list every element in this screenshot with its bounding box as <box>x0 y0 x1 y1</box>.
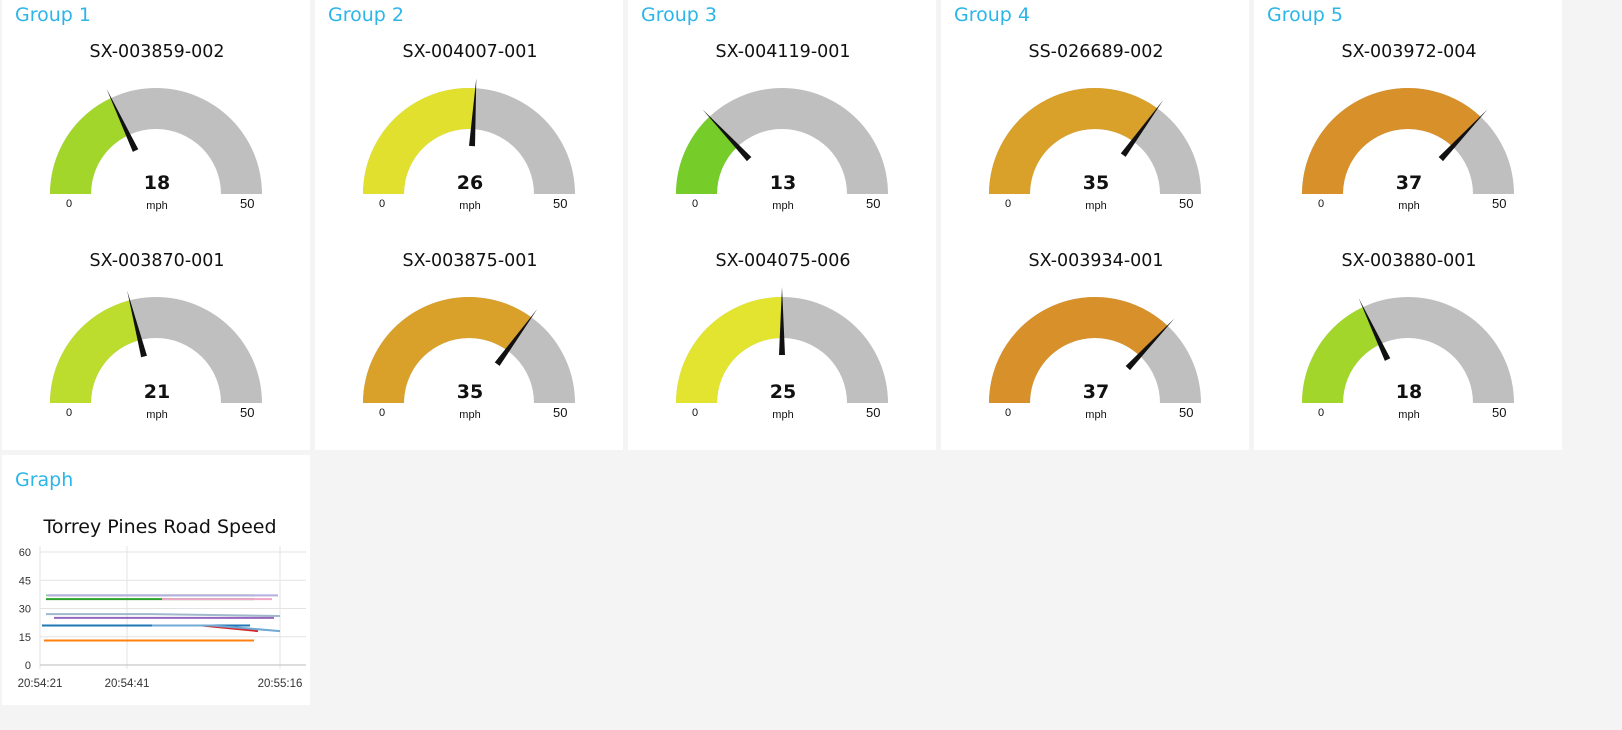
speed-gauge: SS-026689-002 35 mph 0 50 <box>935 0 1257 212</box>
gauge-min-label: 0 <box>66 407 73 419</box>
gauge-title: SS-026689-002 <box>1028 42 1164 62</box>
gauge-value: 18 <box>1395 381 1423 403</box>
series-line <box>152 624 281 633</box>
gauge-title: SX-004075-006 <box>715 251 851 271</box>
gauge-title: SX-004007-001 <box>402 42 538 62</box>
gauge-unit: mph <box>1398 409 1420 421</box>
gauge-value: 35 <box>1082 172 1110 194</box>
gauge-unit: mph <box>1085 409 1107 421</box>
gauge-title: SX-003880-001 <box>1341 251 1477 271</box>
gauge-unit: mph <box>146 409 168 421</box>
speed-gauge: SX-003875-001 35 mph 0 50 <box>309 209 631 421</box>
speed-gauge: SX-004075-006 25 mph 0 50 <box>622 209 944 421</box>
x-tick-label: 20:55:16 <box>258 678 303 690</box>
gauge-value: 35 <box>456 381 484 403</box>
gauge-max-label: 50 <box>866 405 881 420</box>
y-tick-label: 0 <box>25 660 31 672</box>
gauge-title: SX-004119-001 <box>715 42 851 62</box>
gauge-max-label: 50 <box>1492 405 1507 420</box>
gauge-unit: mph <box>772 409 794 421</box>
gauge-max-label: 50 <box>1179 405 1194 420</box>
x-tick-label: 20:54:21 <box>18 678 63 690</box>
gauge-title: SX-003934-001 <box>1028 251 1164 271</box>
gauge-value: 37 <box>1082 381 1110 403</box>
gauge-value: 26 <box>456 172 484 194</box>
y-tick-label: 30 <box>19 604 31 616</box>
gauge-title: SX-003972-004 <box>1341 42 1477 62</box>
gauge-title: SX-003859-002 <box>89 42 225 62</box>
x-tick-label: 20:54:41 <box>105 678 150 690</box>
line-chart: 60 45 30 15 0 20:54:21 20:54:41 20:55:16 <box>18 546 306 690</box>
gauge-min-label: 0 <box>1005 407 1012 419</box>
gauge-value: 13 <box>769 172 797 194</box>
gauge-max-label: 50 <box>240 405 255 420</box>
gauge-value: 18 <box>143 172 171 194</box>
gauge-min-label: 0 <box>1318 407 1325 419</box>
gauge-max-label: 50 <box>553 405 568 420</box>
gauge-value: 37 <box>1395 172 1423 194</box>
series-line <box>46 613 281 618</box>
speed-gauge: SX-003859-002 18 mph 0 50 <box>0 0 318 212</box>
gauge-min-label: 0 <box>692 407 699 419</box>
gauge-unit: mph <box>459 409 481 421</box>
speed-gauge: SX-004119-001 13 mph 0 50 <box>622 0 944 212</box>
speed-gauge: SX-003880-001 18 mph 0 50 <box>1248 209 1570 421</box>
gauge-min-label: 0 <box>379 407 386 419</box>
gauge-title: SX-003870-001 <box>89 251 225 271</box>
speed-gauge: SX-003972-004 37 mph 0 50 <box>1248 0 1570 212</box>
gauge-value: 25 <box>769 381 797 403</box>
speed-gauge: SX-003870-001 21 mph 0 50 <box>0 209 318 421</box>
gauge-title: SX-003875-001 <box>402 251 538 271</box>
gauge-value: 21 <box>143 381 171 403</box>
speed-gauge: SX-004007-001 26 mph 0 50 <box>309 0 631 212</box>
speed-gauge: SX-003934-001 37 mph 0 50 <box>935 209 1257 421</box>
graph-card: Graph Torrey Pines Road Speed 60 45 30 15 0 2… <box>2 455 310 705</box>
y-tick-label: 15 <box>19 632 31 644</box>
y-tick-label: 45 <box>19 575 31 587</box>
y-tick-label: 60 <box>19 547 31 559</box>
